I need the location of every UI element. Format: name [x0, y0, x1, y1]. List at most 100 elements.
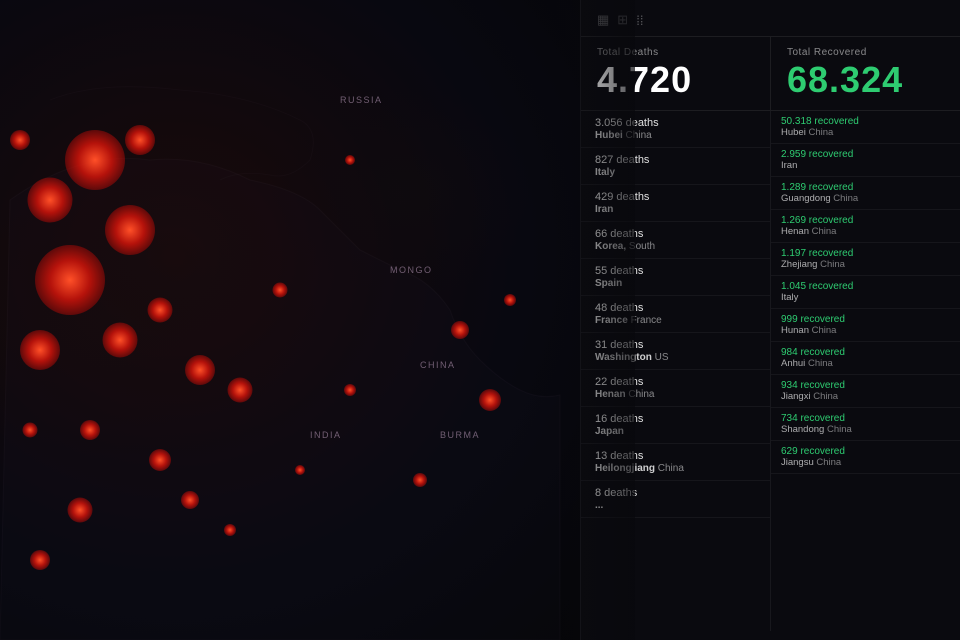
- death-count: 22 deaths: [595, 376, 756, 388]
- recovered-list-item: 734 recovered Shandong China: [771, 408, 960, 441]
- outbreak-dot: [65, 130, 125, 190]
- outbreak-dot: [68, 498, 93, 523]
- outbreak-dot: [105, 205, 155, 255]
- death-count: 827 deaths: [595, 154, 756, 166]
- map-country-label: CHINA: [420, 360, 456, 370]
- outbreak-dot: [30, 550, 50, 570]
- deaths-label: Total Deaths: [597, 47, 754, 58]
- death-list-item: 13 deaths Heilongjiang China: [581, 444, 770, 481]
- outbreak-dot: [224, 524, 236, 536]
- death-list-item: 16 deaths Japan: [581, 407, 770, 444]
- recovered-count: 1.289 recovered: [781, 182, 950, 193]
- right-panel: ▦ ⊞ ⁞⁞ Total Deaths 4.720 Total Recovere…: [580, 0, 960, 640]
- recovered-location: Iran: [781, 160, 950, 171]
- recovered-location: Hunan China: [781, 325, 950, 336]
- outbreak-dot: [344, 384, 356, 396]
- death-location: Japan: [595, 426, 756, 437]
- death-count: 8 deaths: [595, 487, 756, 499]
- death-count: 55 deaths: [595, 265, 756, 277]
- recovered-location: Guangdong China: [781, 193, 950, 204]
- recovered-list-item: 1.289 recovered Guangdong China: [771, 177, 960, 210]
- recovered-count: 1.197 recovered: [781, 248, 950, 259]
- recovered-list-item: 50.318 recovered Hubei China: [771, 111, 960, 144]
- outbreak-dot: [413, 473, 427, 487]
- death-location: Hubei China: [595, 130, 756, 141]
- outbreak-dot: [273, 283, 288, 298]
- death-list-item: 22 deaths Henan China: [581, 370, 770, 407]
- death-list-item: 8 deaths ...: [581, 481, 770, 518]
- death-location: Heilongjiang China: [595, 463, 756, 474]
- grid-icon-2[interactable]: ⊞: [617, 12, 628, 28]
- header-icons: ▦ ⊞ ⁞⁞: [597, 12, 643, 28]
- outbreak-dot: [20, 330, 60, 370]
- death-list-item: 429 deaths Iran: [581, 185, 770, 222]
- recovered-list-item: 1.269 recovered Henan China: [771, 210, 960, 243]
- recovered-location: Jiangsu China: [781, 457, 950, 468]
- recovered-location: Italy: [781, 292, 950, 303]
- outbreak-dot: [10, 130, 30, 150]
- death-location: ...: [595, 500, 756, 511]
- death-list-item: 827 deaths Italy: [581, 148, 770, 185]
- recovered-value: 68.324: [787, 62, 944, 98]
- outbreak-dot: [103, 323, 138, 358]
- recovered-list-item: 629 recovered Jiangsu China: [771, 441, 960, 474]
- recovered-count: 2.959 recovered: [781, 149, 950, 160]
- recovered-location: Anhui China: [781, 358, 950, 369]
- recovered-count: 50.318 recovered: [781, 116, 950, 127]
- recovered-count: 999 recovered: [781, 314, 950, 325]
- death-list-item: 31 deaths Washington US: [581, 333, 770, 370]
- recovered-count: 1.269 recovered: [781, 215, 950, 226]
- death-location: Korea, South: [595, 241, 756, 252]
- death-count: 48 deaths: [595, 302, 756, 314]
- death-list-item: 48 deaths France France: [581, 296, 770, 333]
- recovered-label: Total Recovered: [787, 47, 944, 58]
- outbreak-dot: [181, 491, 199, 509]
- death-count: 31 deaths: [595, 339, 756, 351]
- death-location: Italy: [595, 167, 756, 178]
- recovered-count: 934 recovered: [781, 380, 950, 391]
- total-recovered-block: Total Recovered 68.324: [771, 37, 960, 110]
- recovered-list-item: 1.045 recovered Italy: [771, 276, 960, 309]
- outbreak-dot: [148, 298, 173, 323]
- total-deaths-block: Total Deaths 4.720: [581, 37, 771, 110]
- outbreak-dot: [80, 420, 100, 440]
- outbreak-dot: [28, 178, 73, 223]
- grid-icon-1[interactable]: ▦: [597, 12, 609, 28]
- outbreak-dot: [451, 321, 469, 339]
- recovered-list-item: 999 recovered Hunan China: [771, 309, 960, 342]
- map-country-label: INDIA: [310, 430, 342, 440]
- death-location: Washington US: [595, 352, 756, 363]
- deaths-value: 4.720: [597, 62, 754, 98]
- data-lists: 3.056 deaths Hubei China 827 deaths Ital…: [581, 111, 960, 631]
- outbreak-dot: [185, 355, 215, 385]
- death-location: France France: [595, 315, 756, 326]
- death-list-item: 66 deaths Korea, South: [581, 222, 770, 259]
- death-location: Iran: [595, 204, 756, 215]
- death-list-item: 55 deaths Spain: [581, 259, 770, 296]
- map-country-label: BURMA: [440, 430, 480, 440]
- outbreak-dot: [504, 294, 516, 306]
- outbreak-dot: [125, 125, 155, 155]
- death-count: 3.056 deaths: [595, 117, 756, 129]
- recovered-list-item: 1.197 recovered Zhejiang China: [771, 243, 960, 276]
- recovered-location: Shandong China: [781, 424, 950, 435]
- stats-row: Total Deaths 4.720 Total Recovered 68.32…: [581, 37, 960, 111]
- death-count: 16 deaths: [595, 413, 756, 425]
- outbreak-dot: [149, 449, 171, 471]
- dots-icon[interactable]: ⁞⁞: [636, 13, 643, 28]
- recovered-count: 734 recovered: [781, 413, 950, 424]
- map-country-label: MONGO: [390, 265, 433, 275]
- outbreak-dot: [23, 423, 38, 438]
- recovered-location: Zhejiang China: [781, 259, 950, 270]
- recovered-list-item: 934 recovered Jiangxi China: [771, 375, 960, 408]
- death-count: 13 deaths: [595, 450, 756, 462]
- recovered-list-item: 2.959 recovered Iran: [771, 144, 960, 177]
- outbreak-dot: [479, 389, 501, 411]
- outbreak-dot: [228, 378, 253, 403]
- death-count: 429 deaths: [595, 191, 756, 203]
- death-list-item: 3.056 deaths Hubei China: [581, 111, 770, 148]
- recovered-location: Henan China: [781, 226, 950, 237]
- recovered-column: 50.318 recovered Hubei China 2.959 recov…: [771, 111, 960, 631]
- recovered-location: Jiangxi China: [781, 391, 950, 402]
- deaths-column: 3.056 deaths Hubei China 827 deaths Ital…: [581, 111, 771, 631]
